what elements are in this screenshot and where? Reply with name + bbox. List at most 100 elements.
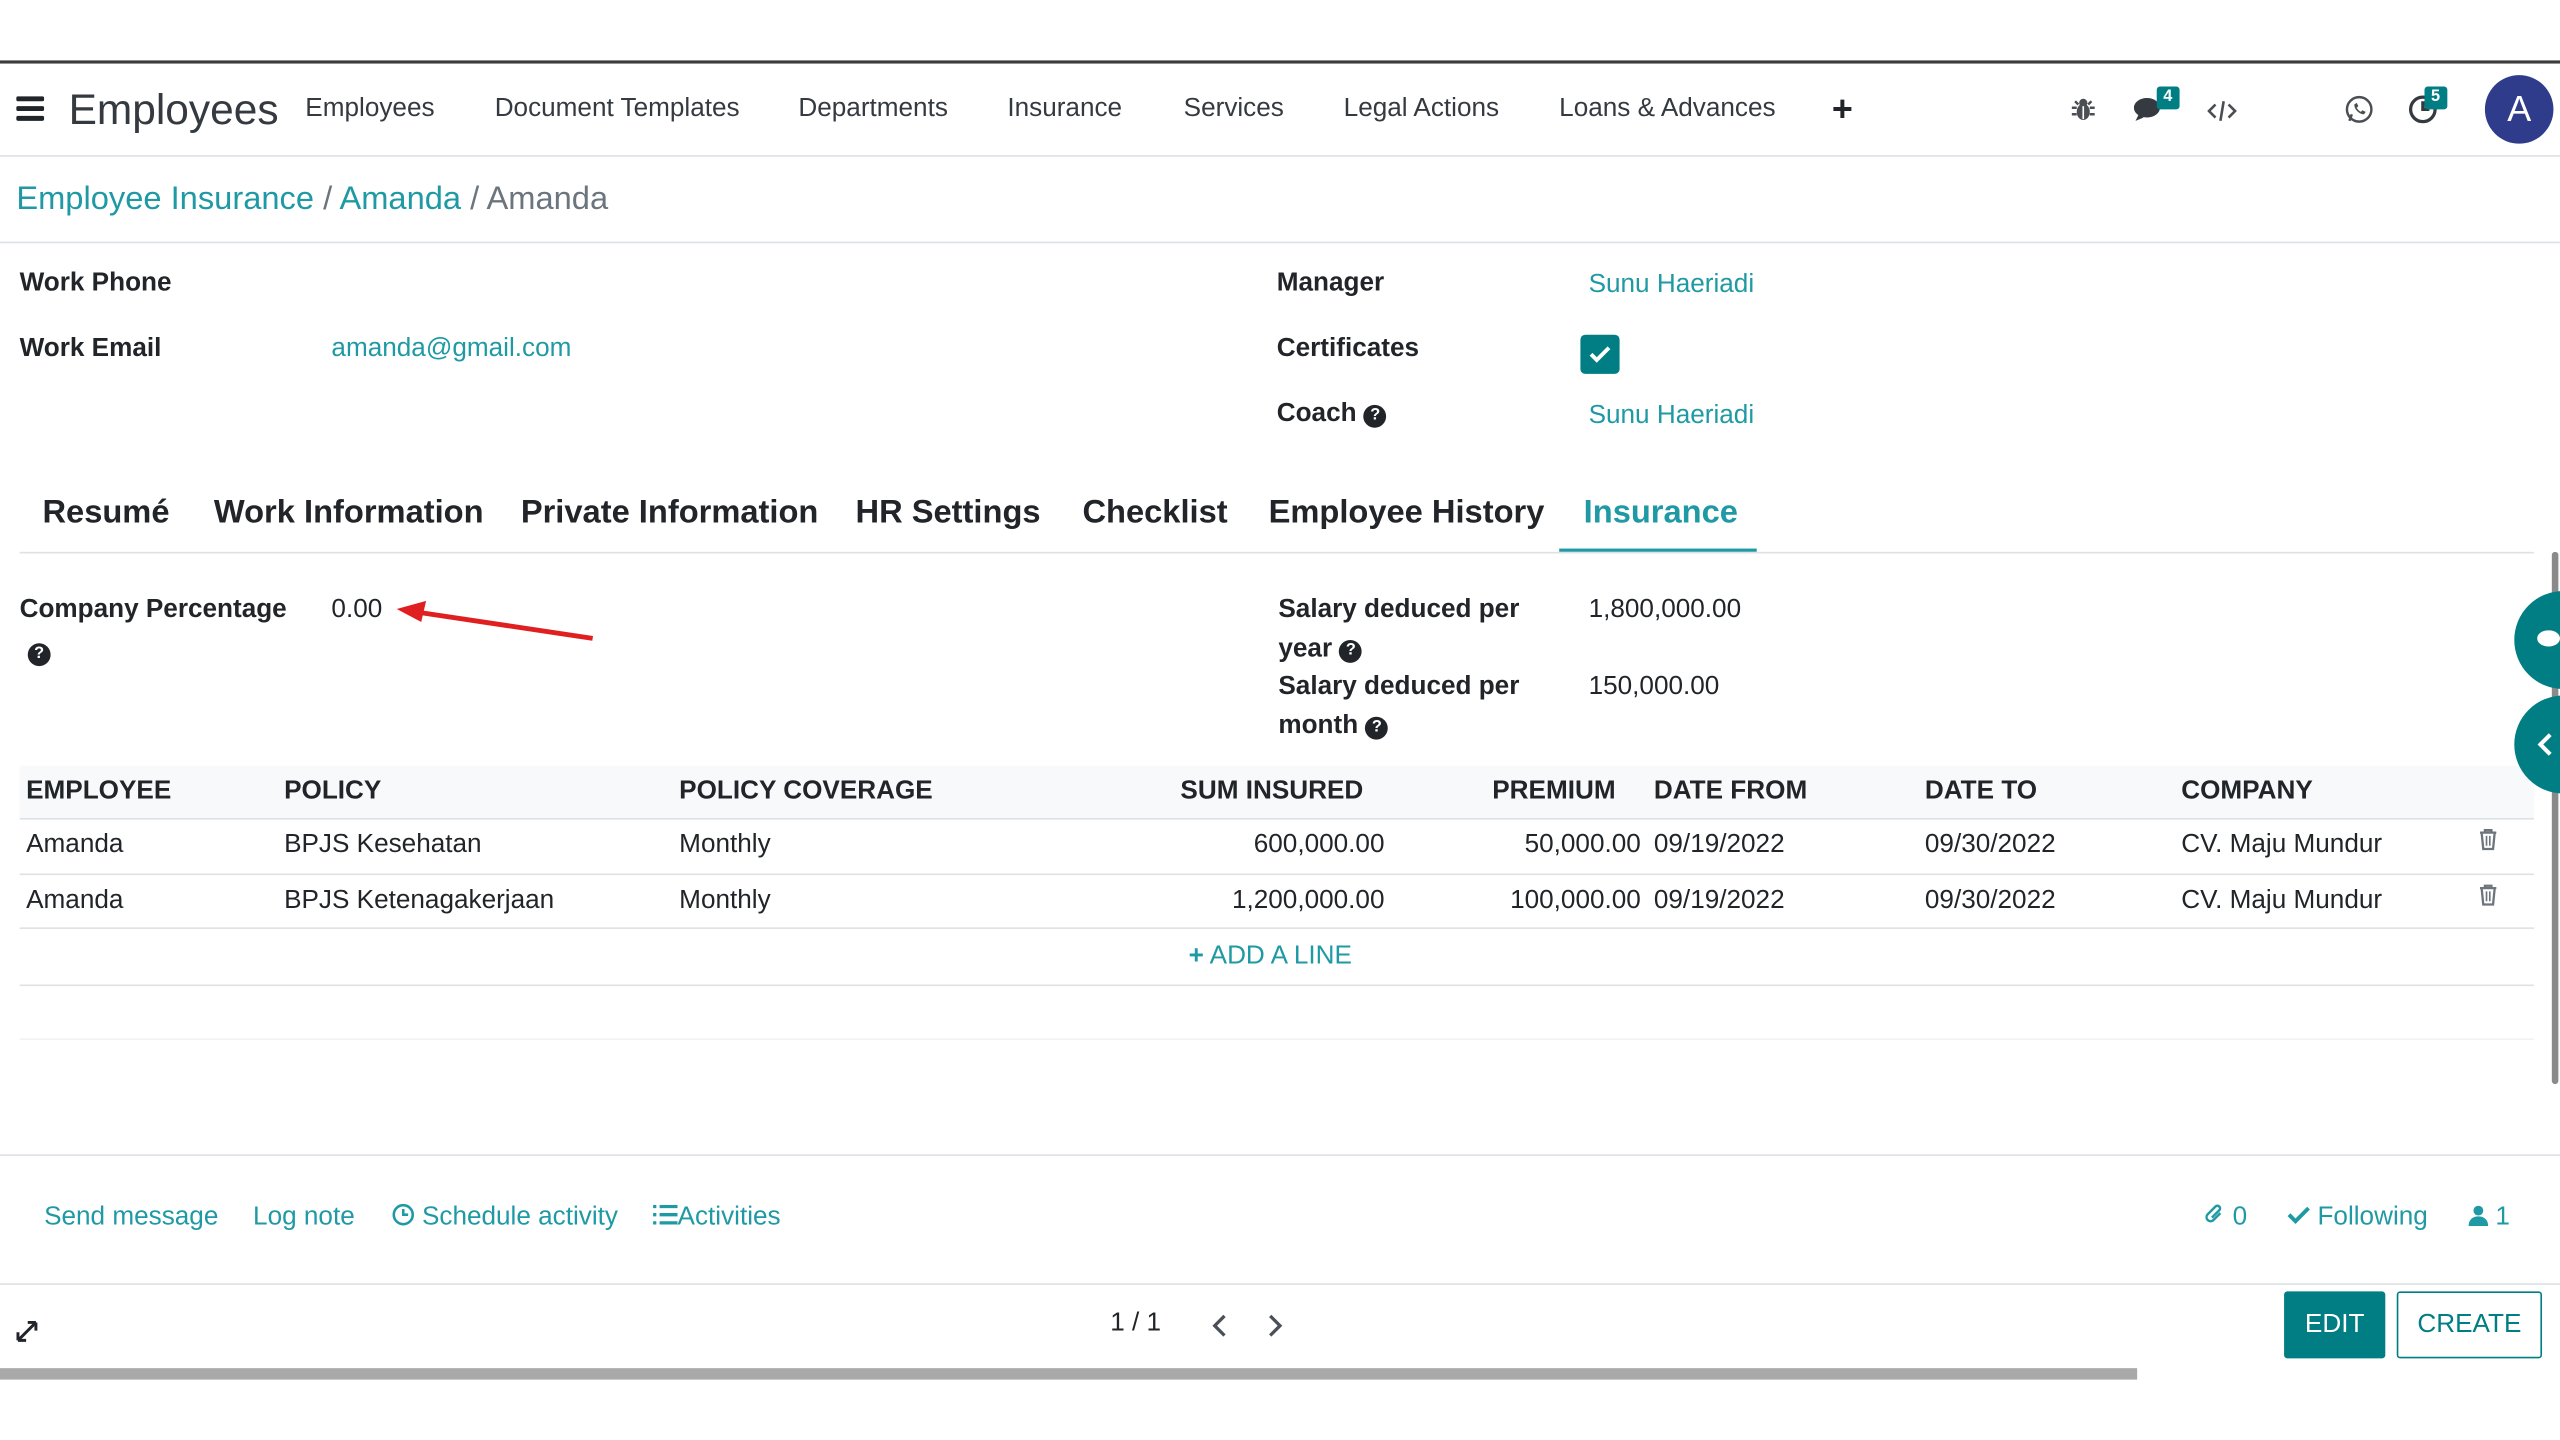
work-email-link[interactable]: amanda@gmail.com: [331, 330, 571, 369]
breadcrumb-current: Amanda: [486, 181, 609, 218]
row1-sum-insured[interactable]: 600,000.00: [1143, 831, 1385, 860]
row1-policy[interactable]: BPJS Kesehatan: [284, 831, 481, 860]
row1-coverage[interactable]: Monthly: [679, 831, 770, 860]
row2-coverage[interactable]: Monthly: [679, 887, 770, 916]
column-policy[interactable]: POLICY: [284, 777, 381, 806]
menu-icon[interactable]: [16, 96, 45, 121]
tab-private-information[interactable]: Private Information: [521, 495, 819, 533]
attachments-button[interactable]: 0: [2204, 1203, 2247, 1232]
menu-item-loans-advances[interactable]: Loans & Advances: [1559, 95, 1775, 124]
column-premium[interactable]: PREMIUM: [1492, 777, 1615, 806]
manager-link[interactable]: Sunu Haeriadi: [1589, 266, 1755, 305]
trash-icon[interactable]: [2478, 828, 2498, 851]
menu-item-document-templates[interactable]: Document Templates: [495, 95, 740, 124]
row2-date-from[interactable]: 09/19/2022: [1654, 887, 1785, 916]
menu-item-employees[interactable]: Employees: [305, 95, 434, 124]
column-date-from[interactable]: DATE FROM: [1654, 777, 1807, 806]
company-percentage-value: 0.00: [331, 595, 383, 624]
edit-button[interactable]: EDIT: [2284, 1291, 2386, 1359]
row2-date-to[interactable]: 09/30/2022: [1925, 887, 2056, 916]
tab-work-information[interactable]: Work Information: [214, 495, 484, 533]
breadcrumb: Employee Insurance / Amanda / Amanda: [16, 181, 608, 219]
row-divider: [19, 984, 2534, 987]
manager-label: Manager: [1276, 269, 1385, 298]
row-divider: [19, 927, 2534, 929]
tab-employee-history[interactable]: Employee History: [1269, 495, 1545, 533]
app-title[interactable]: Employees: [69, 85, 279, 136]
menu-item-legal-actions[interactable]: Legal Actions: [1344, 95, 1499, 124]
menu-item-departments[interactable]: Departments: [798, 95, 948, 124]
row1-date-to[interactable]: 09/30/2022: [1925, 831, 2056, 860]
create-button[interactable]: CREATE: [2396, 1291, 2543, 1359]
messages-badge: 4: [2156, 86, 2179, 110]
menu-item-insurance[interactable]: Insurance: [1007, 95, 1122, 124]
user-avatar[interactable]: A: [2484, 75, 2554, 144]
salary-month-value: 150,000.00: [1588, 672, 1720, 701]
paperclip-icon: [2205, 1204, 2222, 1223]
help-icon[interactable]: ?: [1363, 404, 1387, 428]
tab-hr-settings[interactable]: HR Settings: [856, 495, 1041, 533]
row2-company[interactable]: CV. Maju Mundur: [2181, 887, 2382, 916]
schedule-activity-button[interactable]: Schedule activity: [392, 1203, 618, 1232]
salary-year-label: Salary deduced per year ?: [1278, 591, 1519, 669]
bug-icon[interactable]: [2070, 96, 2096, 130]
company-percentage-help[interactable]: ?: [27, 638, 51, 667]
followers-count: 1: [2495, 1203, 2510, 1232]
row2-policy[interactable]: BPJS Ketenagakerjaan: [284, 887, 554, 916]
coach-link[interactable]: Sunu Haeriadi: [1589, 397, 1755, 436]
check-icon: [2287, 1206, 2310, 1224]
add-a-line-button[interactable]: + ADD A LINE: [1189, 942, 1352, 971]
tab-checklist[interactable]: Checklist: [1082, 495, 1227, 533]
breadcrumb-employee-insurance[interactable]: Employee Insurance: [16, 181, 314, 217]
breadcrumb-amanda[interactable]: Amanda: [339, 181, 461, 217]
horizontal-scrollbar[interactable]: [0, 1368, 2138, 1380]
breadcrumb-separator: /: [323, 181, 333, 218]
following-button[interactable]: Following: [2287, 1203, 2428, 1232]
row1-company[interactable]: CV. Maju Mundur: [2181, 831, 2382, 860]
row1-premium[interactable]: 50,000.00: [1437, 831, 1641, 860]
chatter-divider: [0, 1154, 2560, 1156]
salary-month-label: Salary deduced per month ?: [1278, 668, 1519, 746]
list-icon: [653, 1204, 678, 1225]
help-icon[interactable]: ?: [27, 643, 51, 667]
add-menu-icon[interactable]: +: [1832, 88, 1853, 130]
expand-icon[interactable]: [15, 1319, 39, 1343]
check-icon: [1589, 346, 1611, 363]
tabs-divider: [19, 551, 2534, 554]
log-note-button[interactable]: Log note: [253, 1203, 355, 1232]
tab-insurance[interactable]: Insurance: [1584, 495, 1738, 533]
row2-sum-insured[interactable]: 1,200,000.00: [1143, 887, 1385, 916]
coach-label-text: Coach: [1276, 399, 1357, 428]
help-icon[interactable]: ?: [1339, 639, 1363, 663]
send-message-button[interactable]: Send message: [44, 1203, 218, 1232]
plus-icon: +: [1188, 942, 1204, 970]
row1-date-from[interactable]: 09/19/2022: [1654, 831, 1785, 860]
column-sum-insured[interactable]: SUM INSURED: [1180, 777, 1363, 806]
certificates-checkbox[interactable]: [1580, 334, 1620, 374]
whatsapp-icon[interactable]: [2344, 95, 2373, 133]
breadcrumb-divider: [0, 241, 2560, 244]
column-policy-coverage[interactable]: POLICY COVERAGE: [679, 777, 933, 806]
clock-icon: [392, 1203, 415, 1226]
column-company[interactable]: COMPANY: [2181, 777, 2313, 806]
work-phone-label: Work Phone: [19, 269, 172, 298]
trash-icon[interactable]: [2478, 883, 2498, 906]
pager-value[interactable]: 1 / 1: [1110, 1309, 1161, 1338]
help-icon[interactable]: ?: [1365, 716, 1389, 740]
column-employee[interactable]: EMPLOYEE: [26, 777, 171, 806]
row2-employee[interactable]: Amanda: [26, 887, 123, 916]
column-date-to[interactable]: DATE TO: [1925, 777, 2037, 806]
row1-employee[interactable]: Amanda: [26, 831, 123, 860]
user-icon: [2468, 1205, 2489, 1227]
activities-button[interactable]: Activities: [653, 1203, 781, 1232]
tab-resume[interactable]: Resumé: [42, 495, 169, 533]
code-icon[interactable]: [2207, 100, 2237, 131]
menu-item-services[interactable]: Services: [1184, 95, 1284, 124]
table-footer-divider: [19, 1038, 2534, 1040]
pager-previous-icon[interactable]: [1210, 1313, 1230, 1339]
side-chat-button[interactable]: [2514, 591, 2560, 689]
row2-premium[interactable]: 100,000.00: [1437, 887, 1641, 916]
pager-next-icon[interactable]: [1265, 1313, 1285, 1339]
followers-button[interactable]: 1: [2468, 1203, 2510, 1232]
salary-month-label-line1: Salary deduced per: [1278, 672, 1520, 701]
